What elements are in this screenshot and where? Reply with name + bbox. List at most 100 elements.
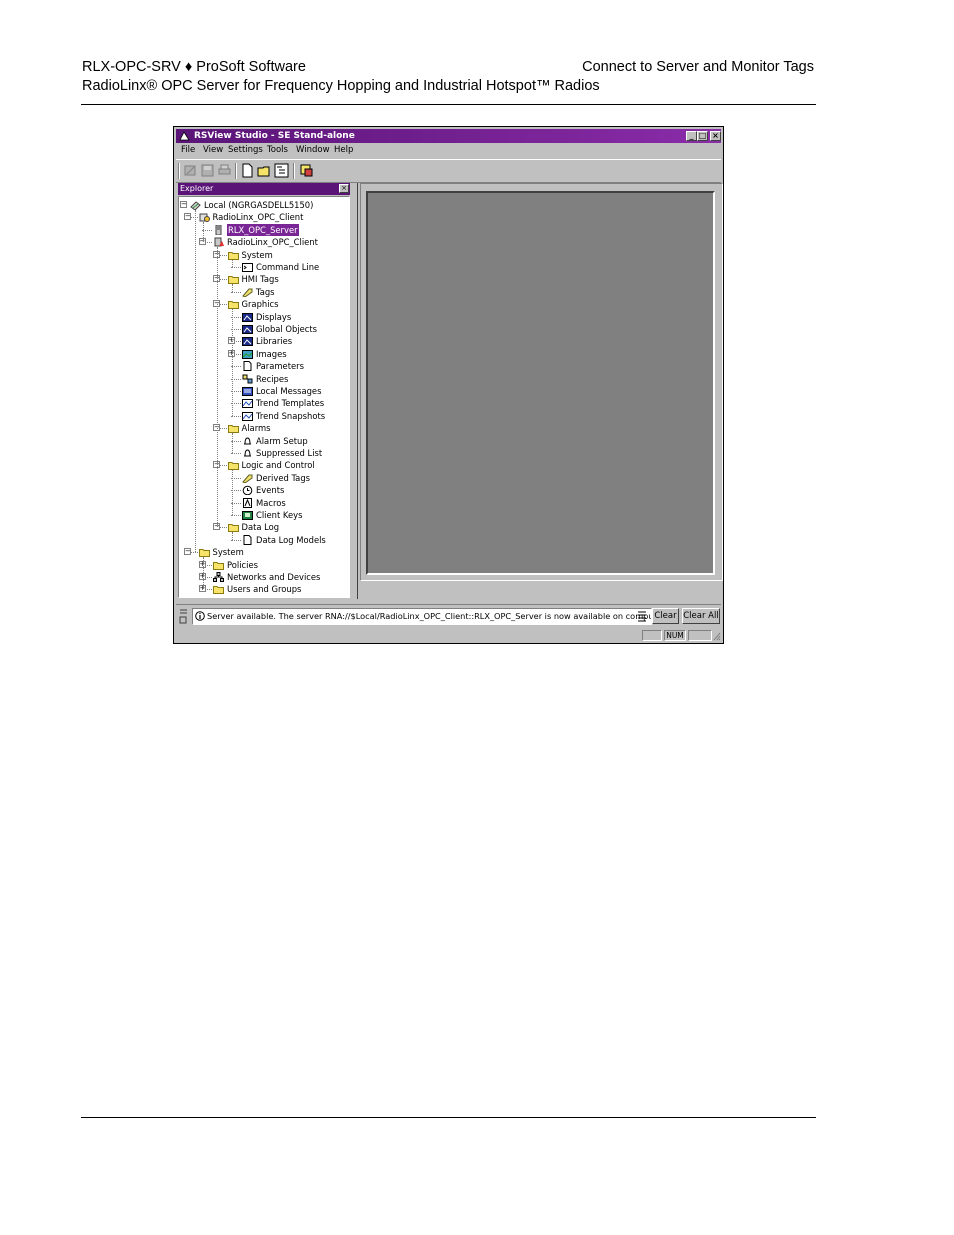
tree-guide-line xyxy=(202,557,204,590)
tree-node[interactable]: − System xyxy=(179,546,347,558)
print-icon[interactable] xyxy=(217,163,232,178)
close-button[interactable]: × xyxy=(710,131,721,141)
folder-icon xyxy=(227,425,239,434)
tree-node[interactable]: − System xyxy=(179,249,347,261)
menu-file[interactable]: File xyxy=(181,145,195,155)
clock-icon xyxy=(242,485,253,496)
explorer-close-button[interactable]: × xyxy=(339,184,349,193)
diagnostics-bar: Server available. The server RNA://$Loca… xyxy=(176,604,721,627)
explorer-toggle-icon[interactable] xyxy=(274,163,289,178)
collapse-icon[interactable]: − xyxy=(184,213,191,221)
clear-all-button[interactable]: Clear All xyxy=(682,608,720,624)
tree-node-label: Recipes xyxy=(256,373,289,384)
diagnostics-message: Server available. The server RNA://$Loca… xyxy=(207,611,652,621)
image-icon xyxy=(242,349,253,359)
tree-node[interactable]: − Local (NGRGASDELL5150) xyxy=(179,199,347,211)
tag-icon xyxy=(242,288,253,297)
tree-node[interactable]: Events xyxy=(179,484,347,496)
menu-bar: File View Settings Tools Window Help xyxy=(176,144,721,157)
tree-node-label: Policies xyxy=(227,559,258,570)
new-icon[interactable] xyxy=(240,163,255,178)
scroll-arrows-icon[interactable] xyxy=(636,609,648,622)
tree-node[interactable]: Command Line xyxy=(179,261,347,273)
explorer-tree: − Local (NGRGASDELL5150) − RadioLinx_OPC_Cl… xyxy=(178,196,350,598)
tree-node[interactable]: + Networks and Devices xyxy=(179,571,347,583)
menu-tools[interactable]: Tools xyxy=(267,145,288,155)
resize-grip-icon[interactable] xyxy=(712,631,721,641)
tree-node-label: Networks and Devices xyxy=(227,572,321,582)
pane-splitter[interactable] xyxy=(352,183,358,599)
app-icon xyxy=(179,131,190,141)
tree-node[interactable]: Data Log Models xyxy=(179,534,347,546)
tree-node[interactable]: Suppressed List xyxy=(179,447,347,459)
hmi-server-icon xyxy=(214,237,224,247)
tree-node[interactable]: RLX_OPC_Server xyxy=(179,223,347,236)
clear-button[interactable]: Clear xyxy=(652,608,679,624)
collapse-icon[interactable]: − xyxy=(180,201,187,208)
tree-connector xyxy=(230,539,241,541)
info-icon xyxy=(195,611,205,621)
tree-connector xyxy=(230,291,241,293)
tree-node[interactable]: Local Messages xyxy=(179,385,347,397)
tree-node[interactable]: − Graphics xyxy=(179,298,347,310)
recipe-icon xyxy=(242,374,253,384)
tree-node-label: System xyxy=(241,249,273,260)
minimize-button[interactable]: _ xyxy=(686,131,697,141)
tree-node[interactable]: − RadioLinx_OPC_Client xyxy=(179,211,347,223)
macro-icon xyxy=(243,497,252,508)
diagnostics-message-list[interactable]: Server available. The server RNA://$Loca… xyxy=(192,608,652,625)
tree-node[interactable]: − RadioLinx_OPC_Client xyxy=(179,236,347,248)
tree-node-label: Logic and Control xyxy=(241,460,315,471)
tree-node-label: RadioLinx_OPC_Client xyxy=(227,237,318,248)
edit-icon[interactable] xyxy=(183,163,198,178)
header-subtitle: RadioLinx® OPC Server for Frequency Hopp… xyxy=(82,78,600,94)
tree-node-label: Alarm Setup xyxy=(256,435,308,446)
workspace-canvas xyxy=(366,191,715,575)
tree-node[interactable]: + Images xyxy=(179,348,347,360)
diagnostics-icon[interactable] xyxy=(299,163,314,178)
tree-node[interactable]: + Policies xyxy=(179,559,347,571)
toolbar xyxy=(176,159,721,183)
tree-node[interactable]: Parameters xyxy=(179,360,347,372)
toolbar-separator-2 xyxy=(293,163,295,179)
folder-icon xyxy=(213,561,224,570)
menu-view[interactable]: View xyxy=(203,145,223,155)
tree-node[interactable]: − Data Log xyxy=(179,521,347,533)
tree-node[interactable]: − Alarms xyxy=(179,422,347,434)
tree-node[interactable]: Client Keys xyxy=(179,509,347,521)
tree-node-label: RadioLinx_OPC_Client xyxy=(212,212,304,223)
menu-help[interactable]: Help xyxy=(334,145,353,155)
tree-node[interactable]: − Logic and Control xyxy=(179,459,347,471)
tree-connector xyxy=(230,453,241,454)
tree-node[interactable]: Macros xyxy=(179,497,347,509)
command-line-icon xyxy=(242,263,253,272)
menu-settings[interactable]: Settings xyxy=(228,145,263,155)
tree-node[interactable]: + Users and Groups xyxy=(179,583,347,595)
tree-node[interactable]: Displays xyxy=(179,311,347,323)
title-bar[interactable]: RSView Studio - SE Stand-alone _ □ × xyxy=(176,129,721,143)
tree-node-label: Libraries xyxy=(256,336,293,347)
tree-node[interactable]: − HMI Tags xyxy=(179,273,347,285)
tree-node[interactable]: Global Objects xyxy=(179,323,347,335)
folder-icon xyxy=(227,524,239,533)
tree-node[interactable]: Trend Templates xyxy=(179,397,347,409)
collapse-icon[interactable]: − xyxy=(184,548,191,556)
tree-node[interactable]: Alarm Setup xyxy=(179,435,347,447)
display-icon xyxy=(242,325,253,334)
tree-node[interactable]: Trend Snapshots xyxy=(179,410,347,422)
menu-window[interactable]: Window xyxy=(296,145,330,155)
diagnostics-grip-icon xyxy=(179,609,187,624)
tree-node[interactable]: + Libraries xyxy=(179,335,347,347)
save-icon[interactable] xyxy=(200,163,215,178)
display-icon xyxy=(242,312,253,322)
footer-rule xyxy=(81,1117,816,1118)
maximize-button[interactable]: □ xyxy=(697,131,708,141)
open-icon[interactable] xyxy=(257,163,272,178)
tree-node[interactable]: Derived Tags xyxy=(179,472,347,484)
trend-icon xyxy=(242,411,253,421)
status-pane-3 xyxy=(688,630,712,641)
tree-node[interactable]: Recipes xyxy=(179,373,347,385)
tree-node-label: Local Messages xyxy=(256,386,322,396)
tree-node-label: Macros xyxy=(256,497,286,508)
tree-node[interactable]: Tags xyxy=(179,286,347,298)
